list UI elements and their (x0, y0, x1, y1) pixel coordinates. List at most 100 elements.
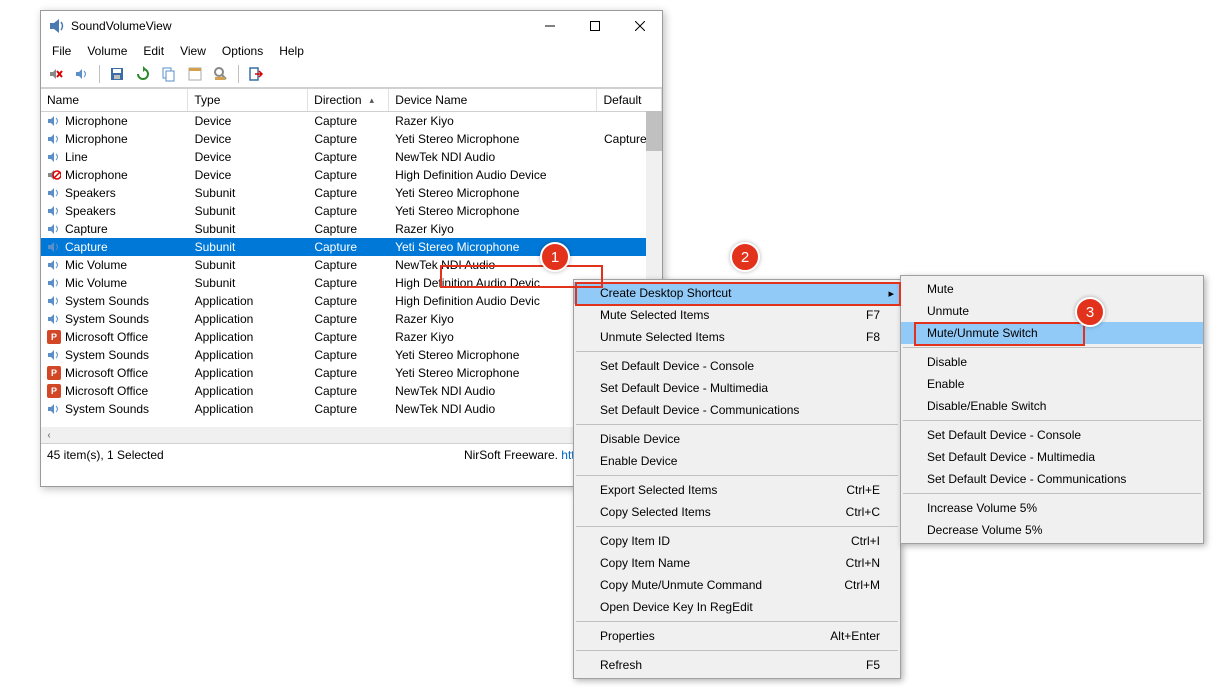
annotation-1: 1 (540, 242, 570, 272)
table-row[interactable]: CaptureSubunitCaptureRazer Kiyo (41, 220, 662, 238)
mute-icon[interactable] (45, 63, 67, 85)
toolbar-separator (238, 65, 239, 83)
close-button[interactable] (617, 11, 662, 41)
table-row[interactable]: System SoundsApplicationCaptureHigh Defi… (41, 292, 662, 310)
cell-direction: Capture (308, 240, 389, 254)
cell-device: Razer Kiyo (389, 114, 598, 128)
column-header[interactable]: Type (188, 89, 308, 111)
menu-options[interactable]: Options (215, 42, 270, 60)
menu-item[interactable]: PropertiesAlt+Enter (574, 625, 900, 647)
status-text: 45 item(s), 1 Selected (47, 448, 164, 462)
menu-item[interactable]: Export Selected ItemsCtrl+E (574, 479, 900, 501)
properties-icon[interactable] (184, 63, 206, 85)
menu-item[interactable]: Set Default Device - Communications (574, 399, 900, 421)
menu-item[interactable]: Copy Item IDCtrl+I (574, 530, 900, 552)
menu-item[interactable]: Disable (901, 351, 1203, 373)
menu-item[interactable]: Copy Mute/Unmute CommandCtrl+M (574, 574, 900, 596)
menu-volume[interactable]: Volume (80, 42, 134, 60)
exit-icon[interactable] (245, 63, 267, 85)
menu-item[interactable]: Enable Device (574, 450, 900, 472)
refresh-icon[interactable] (132, 63, 154, 85)
speaker-muted-icon (47, 168, 61, 182)
menu-item[interactable]: Open Device Key In RegEdit (574, 596, 900, 618)
menu-item[interactable]: Mute (901, 278, 1203, 300)
table-row[interactable]: SpeakersSubunitCaptureYeti Stereo Microp… (41, 202, 662, 220)
table-row[interactable]: LineDeviceCaptureNewTek NDI Audio (41, 148, 662, 166)
column-header[interactable]: Name (41, 89, 188, 111)
table-row[interactable]: PMicrosoft OfficeApplicationCaptureYeti … (41, 364, 662, 382)
menu-item[interactable]: Decrease Volume 5% (901, 519, 1203, 541)
menu-item[interactable]: Set Default Device - Multimedia (574, 377, 900, 399)
menu-item[interactable]: Set Default Device - Console (574, 355, 900, 377)
cell-device: NewTek NDI Audio (389, 150, 598, 164)
cell-direction: Capture (308, 294, 389, 308)
menu-item[interactable]: Disable/Enable Switch (901, 395, 1203, 417)
menu-item[interactable]: Unmute (901, 300, 1203, 322)
table-row[interactable]: MicrophoneDeviceCaptureHigh Definition A… (41, 166, 662, 184)
app-icon: P (47, 384, 61, 398)
table-row[interactable]: System SoundsApplicationCaptureYeti Ster… (41, 346, 662, 364)
speaker-icon (47, 402, 61, 416)
menu-item-label: Properties (600, 629, 655, 643)
menu-item-label: Decrease Volume 5% (927, 523, 1042, 537)
menu-bar: FileVolumeEditViewOptionsHelp (41, 41, 662, 61)
table-row[interactable]: PMicrosoft OfficeApplicationCaptureNewTe… (41, 382, 662, 400)
find-icon[interactable] (210, 63, 232, 85)
table-row[interactable]: Mic VolumeSubunitCaptureHigh Definition … (41, 274, 662, 292)
speaker-icon (47, 204, 61, 218)
table-row[interactable]: SpeakersSubunitCaptureYeti Stereo Microp… (41, 184, 662, 202)
menu-separator (576, 351, 898, 352)
scroll-thumb[interactable] (646, 111, 662, 151)
minimize-button[interactable] (527, 11, 572, 41)
cell-type: Application (189, 402, 309, 416)
menu-item[interactable]: Unmute Selected ItemsF8 (574, 326, 900, 348)
table-row[interactable]: System SoundsApplicationCaptureRazer Kiy… (41, 310, 662, 328)
menu-help[interactable]: Help (272, 42, 311, 60)
unmute-icon[interactable] (71, 63, 93, 85)
cell-name: Mic Volume (65, 276, 127, 290)
scroll-track[interactable] (57, 427, 646, 443)
menu-edit[interactable]: Edit (136, 42, 171, 60)
column-header[interactable]: Direction (308, 89, 389, 111)
cell-name: System Sounds (65, 402, 149, 416)
maximize-button[interactable] (572, 11, 617, 41)
app-window: SoundVolumeView FileVolumeEditViewOption… (40, 10, 663, 487)
menu-item[interactable]: Set Default Device - Console (901, 424, 1203, 446)
menu-item[interactable]: Mute Selected ItemsF7 (574, 304, 900, 326)
cell-direction: Capture (308, 348, 389, 362)
menu-item[interactable]: Enable (901, 373, 1203, 395)
cell-type: Subunit (189, 258, 309, 272)
table-row[interactable]: System SoundsApplicationCaptureNewTek ND… (41, 400, 662, 418)
menu-item[interactable]: Copy Selected ItemsCtrl+C (574, 501, 900, 523)
cell-name: Speakers (65, 204, 116, 218)
cell-name: Microsoft Office (65, 330, 148, 344)
cell-type: Application (189, 384, 309, 398)
table-row[interactable]: PMicrosoft OfficeApplicationCaptureRazer… (41, 328, 662, 346)
save-icon[interactable] (106, 63, 128, 85)
menu-item[interactable]: Create Desktop Shortcut (574, 282, 900, 304)
menu-item[interactable]: Copy Item NameCtrl+N (574, 552, 900, 574)
column-header[interactable]: Device Name (389, 89, 597, 111)
menu-view[interactable]: View (173, 42, 213, 60)
menu-item[interactable]: Set Default Device - Communications (901, 468, 1203, 490)
table-row[interactable]: MicrophoneDeviceCaptureRazer Kiyo (41, 112, 662, 130)
table-row[interactable]: MicrophoneDeviceCaptureYeti Stereo Micro… (41, 130, 662, 148)
cell-direction: Capture (308, 258, 389, 272)
cell-direction: Capture (308, 114, 389, 128)
rows-container: MicrophoneDeviceCaptureRazer KiyoMicroph… (41, 112, 662, 428)
menu-item[interactable]: Disable Device (574, 428, 900, 450)
scroll-left-icon[interactable]: ‹ (41, 427, 57, 443)
copy-icon[interactable] (158, 63, 180, 85)
menu-item[interactable]: RefreshF5 (574, 654, 900, 676)
menu-item[interactable]: Mute/Unmute Switch (901, 322, 1203, 344)
title-bar[interactable]: SoundVolumeView (41, 11, 662, 41)
cell-name: Microsoft Office (65, 366, 148, 380)
menu-file[interactable]: File (45, 42, 78, 60)
cell-type: Subunit (189, 222, 309, 236)
speaker-icon (47, 150, 61, 164)
menu-item[interactable]: Increase Volume 5% (901, 497, 1203, 519)
menu-item-label: Set Default Device - Communications (927, 472, 1126, 486)
menu-item[interactable]: Set Default Device - Multimedia (901, 446, 1203, 468)
column-header[interactable]: Default (597, 89, 662, 111)
horizontal-scrollbar[interactable]: ‹ › (41, 427, 662, 443)
